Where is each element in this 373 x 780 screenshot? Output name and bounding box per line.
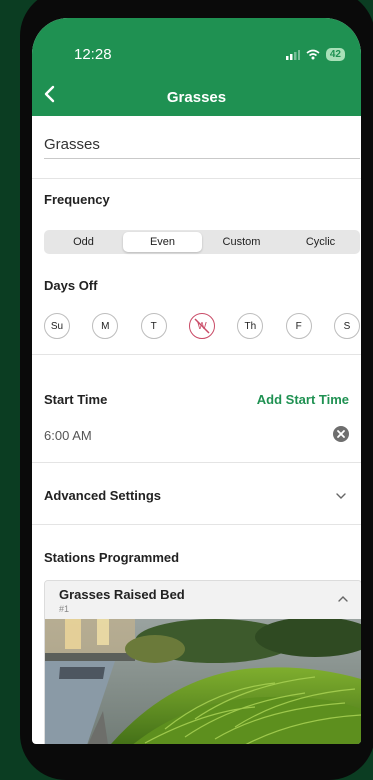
start-time-value[interactable]: 6:00 AM [44, 428, 92, 443]
day-toggle-thursday[interactable]: Th [237, 313, 264, 339]
day-toggle-wednesday[interactable]: W [188, 313, 215, 339]
station-name: Grasses Raised Bed [59, 587, 185, 602]
app-header: 12:28 42 Grasses [32, 18, 361, 116]
wifi-icon [306, 49, 320, 60]
station-photo [45, 619, 361, 744]
day-toggle-tuesday[interactable]: T [140, 313, 167, 339]
add-start-time-button[interactable]: Add Start Time [257, 392, 349, 407]
divider [32, 354, 361, 355]
station-card: Grasses Raised Bed #1 [44, 580, 361, 744]
station-number: #1 [59, 604, 70, 614]
advanced-settings-toggle[interactable]: Advanced Settings [44, 488, 161, 503]
status-time: 12:28 [74, 46, 112, 63]
divider [32, 178, 361, 179]
frequency-label: Frequency [44, 192, 110, 207]
day-toggle-monday[interactable]: M [92, 313, 119, 339]
stations-programmed-label: Stations Programmed [44, 550, 180, 565]
day-toggle-sunday[interactable]: Su [44, 313, 70, 339]
frequency-option-cyclic[interactable]: Cyclic [281, 230, 360, 254]
divider [32, 462, 361, 463]
clear-icon[interactable] [333, 426, 349, 442]
chevron-up-icon[interactable] [337, 593, 349, 605]
frequency-option-odd[interactable]: Odd [44, 230, 123, 254]
status-icons: 42 [285, 48, 345, 61]
page-title: Grasses [166, 89, 227, 106]
day-toggle-saturday[interactable]: S [333, 313, 360, 339]
chevron-down-icon[interactable] [335, 490, 347, 502]
frequency-option-even[interactable]: Even [123, 232, 202, 252]
battery-icon: 42 [325, 48, 345, 61]
station-card-header[interactable]: Grasses Raised Bed #1 [45, 581, 361, 619]
app-screen: 12:28 42 Grasses Frequency Odd Even Cust… [32, 18, 361, 744]
signal-icon [285, 49, 300, 60]
frequency-option-custom[interactable]: Custom [202, 230, 281, 254]
day-off-slash-icon [194, 318, 210, 334]
day-toggle-friday[interactable]: F [285, 313, 312, 339]
start-time-label: Start Time [44, 392, 108, 407]
days-off-label: Days Off [44, 278, 98, 293]
divider [32, 524, 361, 525]
program-name-field[interactable] [44, 130, 360, 159]
days-off-selector: Su M T W Th F S [44, 313, 360, 339]
frequency-selector: Odd Even Custom Cyclic [44, 230, 360, 254]
